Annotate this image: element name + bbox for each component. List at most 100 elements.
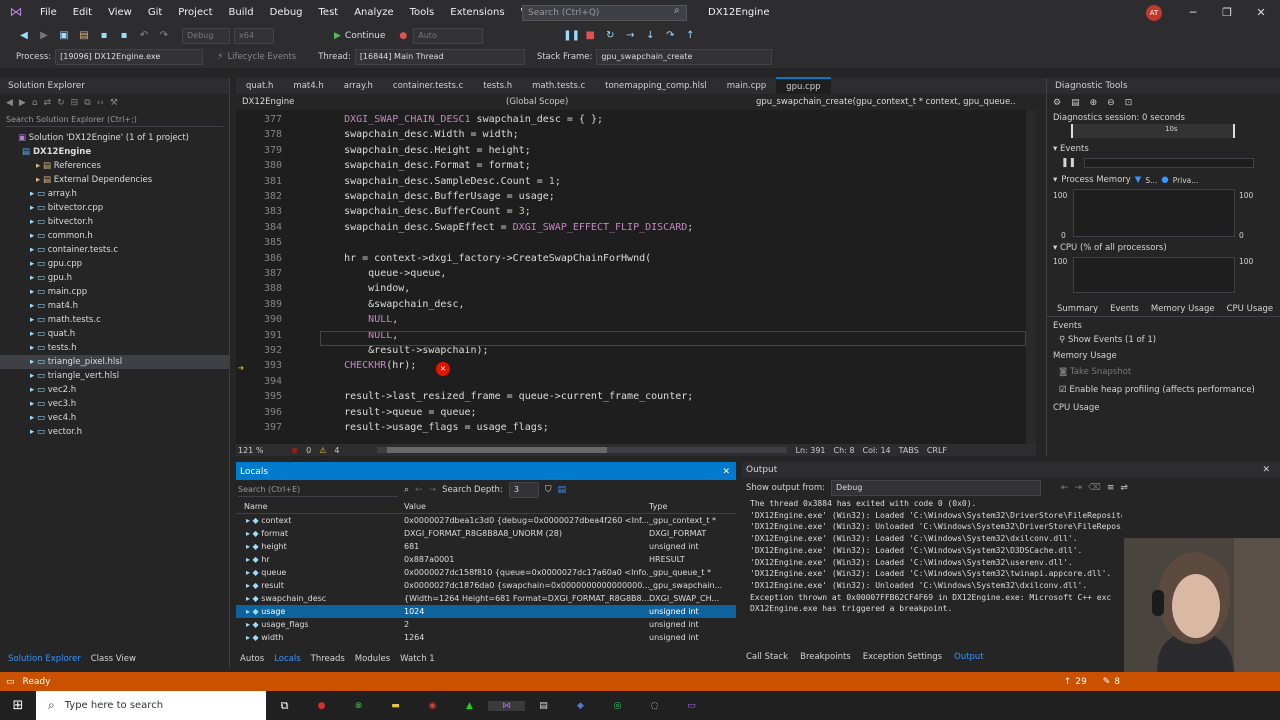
app-icon-2[interactable]: ▲ bbox=[451, 701, 488, 711]
code-line[interactable]: swapchain_desc.Format = format; bbox=[320, 160, 531, 171]
tab-file[interactable]: array.h bbox=[334, 78, 383, 94]
header-name[interactable]: Name bbox=[236, 500, 404, 513]
diag-tab[interactable]: CPU Usage bbox=[1221, 304, 1279, 314]
diag-tab[interactable]: Summary bbox=[1051, 304, 1104, 314]
file-explorer-icon[interactable]: ▬ bbox=[377, 701, 414, 711]
menu-extensions[interactable]: Extensions bbox=[442, 0, 512, 26]
back-icon[interactable]: ◀ bbox=[6, 98, 13, 108]
lifecycle-events-label[interactable]: Lifecycle Events bbox=[227, 52, 296, 62]
sync-icon[interactable]: ⇄ bbox=[44, 98, 52, 108]
search-input[interactable]: Search (Ctrl+Q) bbox=[522, 5, 687, 21]
code-line[interactable]: DXGI_SWAP_CHAIN_DESC1 swapchain_desc = {… bbox=[320, 114, 603, 125]
tab-file[interactable]: main.cpp bbox=[717, 78, 776, 94]
tab-output[interactable]: Output bbox=[954, 652, 984, 662]
lifecycle-icon[interactable]: ⚡ bbox=[217, 52, 223, 62]
indent-mode[interactable]: TABS bbox=[899, 446, 919, 455]
continue-icon[interactable]: ▶ bbox=[334, 31, 341, 41]
app-icon-7[interactable]: ▭ bbox=[673, 701, 710, 711]
solution-item[interactable]: ▸ ▭ gpu.cpp bbox=[0, 257, 229, 271]
process-memory-title[interactable]: ▾ Process Memory ▼ S... ● Priva... bbox=[1047, 173, 1280, 187]
tab-threads[interactable]: Threads bbox=[311, 654, 345, 664]
code-line[interactable]: swapchain_desc.SampleDesc.Count = 1; bbox=[320, 176, 561, 187]
tab-locals[interactable]: Locals bbox=[274, 654, 300, 664]
horizontal-scrollbar[interactable] bbox=[377, 447, 788, 453]
code-icon[interactable]: ‹› bbox=[97, 98, 104, 108]
back-icon[interactable]: ◀ bbox=[17, 29, 31, 43]
tab-file[interactable]: tests.h bbox=[473, 78, 522, 94]
output-text[interactable]: The thread 0x3884 has exited with code 0… bbox=[742, 498, 1122, 638]
nav-function[interactable]: gpu_swapchain_create(gpu_context_t * con… bbox=[756, 97, 1016, 107]
tab-file[interactable]: container.tests.c bbox=[383, 78, 473, 94]
stop-icon[interactable]: ■ bbox=[583, 29, 597, 43]
solution-item[interactable]: ▸ ▭ gpu.h bbox=[0, 271, 229, 285]
line-ending[interactable]: CRLF bbox=[927, 446, 947, 455]
collapse-icon[interactable]: ⊟ bbox=[71, 98, 79, 108]
solution-item[interactable]: ▸ ▭ quat.h bbox=[0, 327, 229, 341]
tab-call-stack[interactable]: Call Stack bbox=[746, 652, 788, 662]
visual-studio-icon[interactable]: ⋈ bbox=[488, 700, 525, 711]
tab-breakpoints[interactable]: Breakpoints bbox=[800, 652, 851, 662]
locals-row[interactable]: ▸ ◆ usage 1024 unsigned int bbox=[236, 605, 736, 618]
solution-item[interactable]: ▸ ▭ bitvector.cpp bbox=[0, 201, 229, 215]
show-next-statement-icon[interactable]: → bbox=[623, 29, 637, 43]
windows-start-icon[interactable]: ⊞ bbox=[0, 698, 36, 713]
solution-item[interactable]: ▸ ▤ References bbox=[0, 159, 229, 173]
solution-item[interactable]: ▸ ▭ vector.h bbox=[0, 425, 229, 439]
new-item-icon[interactable]: ▣ bbox=[57, 29, 71, 43]
tab-watch-1[interactable]: Watch 1 bbox=[400, 654, 435, 664]
solution-item[interactable]: ▸ ▤ External Dependencies bbox=[0, 173, 229, 187]
undo-icon[interactable]: ↶ bbox=[137, 29, 151, 43]
pencil-count[interactable]: 8 bbox=[1114, 677, 1120, 687]
locals-row[interactable]: ▸ ◆ swapchain_desc {Width=1264 Height=681… bbox=[236, 592, 736, 605]
solution-item[interactable]: ▸ ▭ vec4.h bbox=[0, 411, 229, 425]
xbox-icon[interactable]: ⊗ bbox=[340, 701, 377, 711]
cpu-section-title[interactable]: ▾ CPU (% of all processors) bbox=[1047, 241, 1280, 255]
solution-root[interactable]: ▣ Solution 'DX12Engine' (1 of 1 project) bbox=[0, 131, 229, 145]
menu-edit[interactable]: Edit bbox=[65, 0, 100, 26]
maximize-button[interactable]: ❐ bbox=[1210, 0, 1244, 26]
diag-tab[interactable]: Memory Usage bbox=[1145, 304, 1221, 314]
thread-select[interactable]: [16844] Main Thread bbox=[354, 49, 525, 65]
menu-build[interactable]: Build bbox=[221, 0, 262, 26]
code-line[interactable]: hr = context->dxgi_factory->CreateSwapCh… bbox=[320, 253, 651, 264]
nav-project[interactable]: DX12Engine bbox=[236, 97, 506, 107]
app-icon-6[interactable]: ◌ bbox=[636, 701, 673, 711]
word-wrap-icon[interactable]: ≡ bbox=[1107, 483, 1115, 493]
code-line[interactable]: &result->swapchain); bbox=[320, 345, 488, 356]
take-snapshot-button[interactable]: ◙ Take Snapshot bbox=[1053, 367, 1274, 385]
solution-item[interactable]: ▸ ▭ main.cpp bbox=[0, 285, 229, 299]
solution-item[interactable]: ▸ ▭ triangle_vert.hlsl bbox=[0, 369, 229, 383]
locals-row[interactable]: ▸ ◆ queue 0x0000027dc158f810 {queue=0x000… bbox=[236, 566, 736, 579]
code-line[interactable]: swapchain_desc.Height = height; bbox=[320, 145, 531, 156]
zoom-in-icon[interactable]: ⊕ bbox=[1090, 98, 1098, 108]
code-line[interactable]: result->usage_flags = usage_flags; bbox=[320, 422, 549, 433]
app-icon-3[interactable]: ▤ bbox=[525, 701, 562, 711]
config-select[interactable]: Debug bbox=[182, 28, 230, 44]
tab-file[interactable]: tonemapping_comp.hlsl bbox=[595, 78, 717, 94]
menu-file[interactable]: File bbox=[32, 0, 65, 26]
task-view-icon[interactable]: ⧉ bbox=[266, 699, 303, 713]
tab-file[interactable]: math.tests.c bbox=[522, 78, 595, 94]
code-line[interactable]: queue->queue, bbox=[320, 268, 446, 279]
find-next-icon[interactable]: ⇥ bbox=[1075, 483, 1083, 493]
header-type[interactable]: Type bbox=[649, 500, 667, 513]
locals-row[interactable]: ▸ ◆ hr 0x887a0001 HRESULT bbox=[236, 553, 736, 566]
locals-row[interactable]: ▸ ◆ context 0x0000027dbea1c3d0 {debug=0x0… bbox=[236, 514, 736, 527]
warning-count[interactable]: 4 bbox=[334, 446, 339, 455]
step-into-icon[interactable]: ↓ bbox=[643, 29, 657, 43]
process-select[interactable]: [19096] DX12Engine.exe bbox=[55, 49, 204, 65]
show-all-icon[interactable]: ⧉ bbox=[84, 98, 90, 108]
step-over-icon[interactable]: ↷ bbox=[663, 29, 677, 43]
app-icon-1[interactable]: ● bbox=[303, 701, 340, 711]
tab-solution-explorer[interactable]: Solution Explorer bbox=[8, 654, 81, 664]
chrome-icon[interactable]: ◉ bbox=[414, 701, 451, 711]
close-icon[interactable]: ✕ bbox=[722, 467, 730, 477]
search-depth-select[interactable]: 3 bbox=[508, 482, 539, 498]
solution-item[interactable]: ▸ ▭ array.h bbox=[0, 187, 229, 201]
code-line[interactable]: &swapchain_desc, bbox=[320, 299, 464, 310]
clear-icon[interactable]: ⌫ bbox=[1088, 483, 1101, 493]
open-icon[interactable]: ▤ bbox=[77, 29, 91, 43]
save-all-icon[interactable]: ▪ bbox=[117, 29, 131, 43]
view-icon[interactable]: ▤ bbox=[558, 485, 567, 495]
tab-file[interactable]: mat4.h bbox=[283, 78, 333, 94]
